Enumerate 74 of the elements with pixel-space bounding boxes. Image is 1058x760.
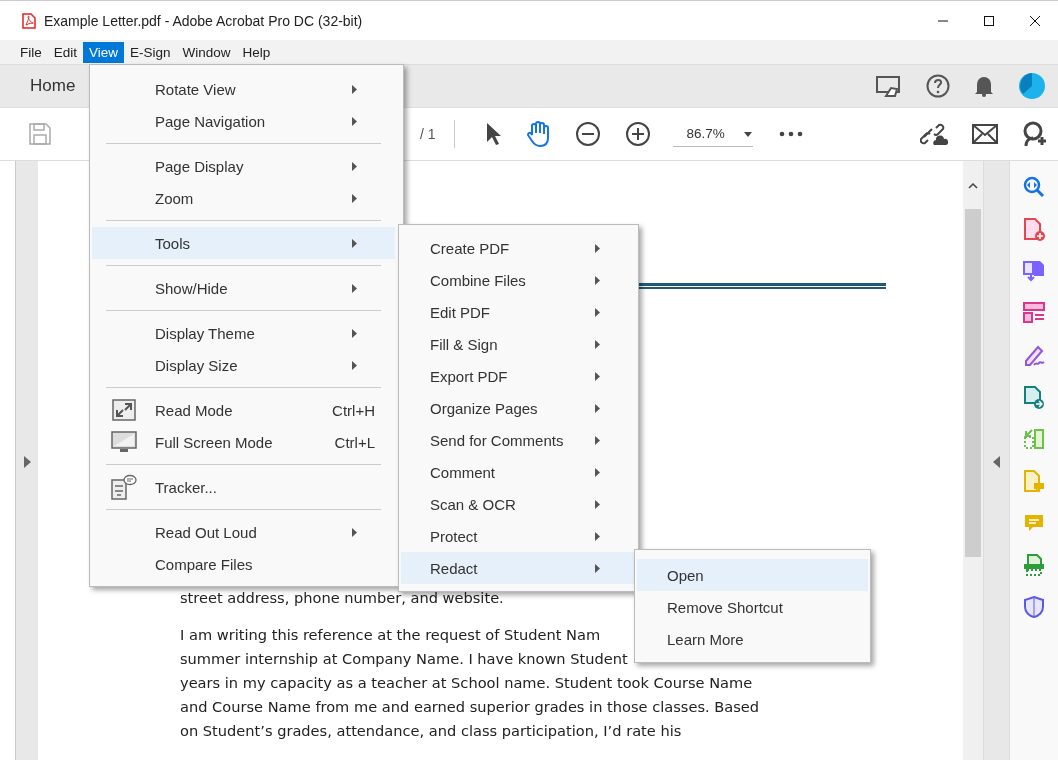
shortcut-text: Ctrl+L xyxy=(334,433,375,451)
bell-icon[interactable] xyxy=(974,75,994,97)
menu-item[interactable]: Learn More xyxy=(637,623,868,655)
menu-item[interactable]: Display Size xyxy=(92,349,395,381)
menu-item[interactable]: Comment xyxy=(401,456,638,488)
menu-bar-item[interactable]: Window xyxy=(176,41,237,63)
scrollbar-thumb[interactable] xyxy=(965,209,981,557)
menu-item[interactable]: Show/Hide xyxy=(92,272,395,304)
document-text-line: street address, phone number, and website. xyxy=(180,588,504,608)
menu-item[interactable]: Send for Comments xyxy=(401,424,638,456)
menu-item[interactable]: Display Theme xyxy=(92,317,395,349)
document-text-line: on Student’s grades, attendance, and class participation, I’d rate his xyxy=(180,721,682,741)
tab[interactable]: Home xyxy=(0,76,92,96)
hand-icon[interactable] xyxy=(524,121,551,147)
menu-item[interactable]: Read Mode Ctrl+H xyxy=(92,394,395,426)
printer-scan-icon[interactable] xyxy=(1022,553,1046,577)
document-text-line: and Course Name from me and earned superior grades in those classes. Based xyxy=(180,697,760,717)
menu-item[interactable]: Export PDF xyxy=(401,360,638,392)
scroll-up-icon[interactable] xyxy=(968,183,978,189)
menu-item[interactable]: Page Navigation xyxy=(92,105,395,137)
zoom-search-icon[interactable] xyxy=(1022,175,1046,199)
maximize-icon[interactable] xyxy=(983,14,995,27)
help-icon[interactable] xyxy=(926,74,950,98)
zoom-dropdown[interactable]: 86.7% xyxy=(672,121,753,147)
expand-icon xyxy=(111,399,136,421)
pointer-icon[interactable] xyxy=(484,122,501,146)
pen-signature-icon[interactable] xyxy=(1022,343,1046,367)
document-text-line: summer internship at Company Name. I have known Student xyxy=(180,649,628,669)
collapse-panel-icon[interactable] xyxy=(993,456,1000,468)
menu-item[interactable]: Create PDF xyxy=(401,232,638,264)
menu-bar-item[interactable]: Edit xyxy=(47,41,84,63)
menu-item[interactable]: Remove Shortcut xyxy=(637,591,868,623)
zoom-in-icon[interactable] xyxy=(624,121,651,147)
close-icon[interactable] xyxy=(1029,14,1041,27)
menu-item[interactable]: Full Screen Mode Ctrl+L xyxy=(92,426,395,458)
pdf-icon xyxy=(22,12,36,29)
window-title: Example Letter.pdf - Adobe Acrobat Pro DC (32-bit) xyxy=(44,12,364,29)
menu-item[interactable]: Fill & Sign xyxy=(401,328,638,360)
menu-item[interactable]: Scan & OCR xyxy=(401,488,638,520)
avatar-icon[interactable] xyxy=(1018,72,1046,100)
menu-item[interactable]: Zoom xyxy=(92,182,395,214)
shortcut-text: Ctrl+H xyxy=(332,401,375,419)
menu-item[interactable]: Rotate View xyxy=(92,73,395,105)
mail-icon[interactable] xyxy=(972,124,998,144)
document-plus-icon[interactable] xyxy=(1022,217,1046,241)
share-screen-icon[interactable] xyxy=(876,74,902,98)
menu-bar-item[interactable]: E-Sign xyxy=(124,41,177,63)
menu-item[interactable]: Compare Files xyxy=(92,548,395,580)
link-cloud-icon[interactable] xyxy=(920,121,948,147)
layout-icon[interactable] xyxy=(1022,301,1046,325)
menu-bar-item[interactable]: View xyxy=(83,41,125,63)
menu-item[interactable]: Page Display xyxy=(92,150,395,182)
menu-item[interactable]: Tools xyxy=(92,227,395,259)
add-user-icon[interactable] xyxy=(1022,121,1048,147)
menu-bar-item[interactable]: File xyxy=(14,41,48,63)
menu-bar-item[interactable]: Help xyxy=(236,41,277,63)
document-export-icon[interactable] xyxy=(1022,385,1046,409)
monitor-icon xyxy=(110,431,137,453)
page-total-text: / 1 xyxy=(420,126,436,142)
combine-documents-icon[interactable] xyxy=(1022,259,1046,283)
menu-item[interactable]: Edit PDF xyxy=(401,296,638,328)
shield-icon[interactable] xyxy=(1022,595,1046,619)
menu-item[interactable]: Combine Files xyxy=(401,264,638,296)
expand-panel-icon[interactable] xyxy=(23,456,31,468)
more-icon[interactable] xyxy=(778,131,803,137)
zoom-out-icon[interactable] xyxy=(574,121,601,147)
menu-item[interactable]: Read Out Loud xyxy=(92,516,395,548)
document-text-line: years in my capacity as a teacher at School name. Student took Course Name xyxy=(180,673,753,693)
menu-item[interactable]: Protect xyxy=(401,520,638,552)
menu-item[interactable]: Organize Pages xyxy=(401,392,638,424)
tracker-icon xyxy=(110,474,137,500)
document-text-line: I am writing this reference at the request of Student Nam xyxy=(180,625,601,645)
menu-item[interactable]: Tracker... xyxy=(92,471,395,503)
menu-item[interactable]: Open xyxy=(637,559,868,591)
